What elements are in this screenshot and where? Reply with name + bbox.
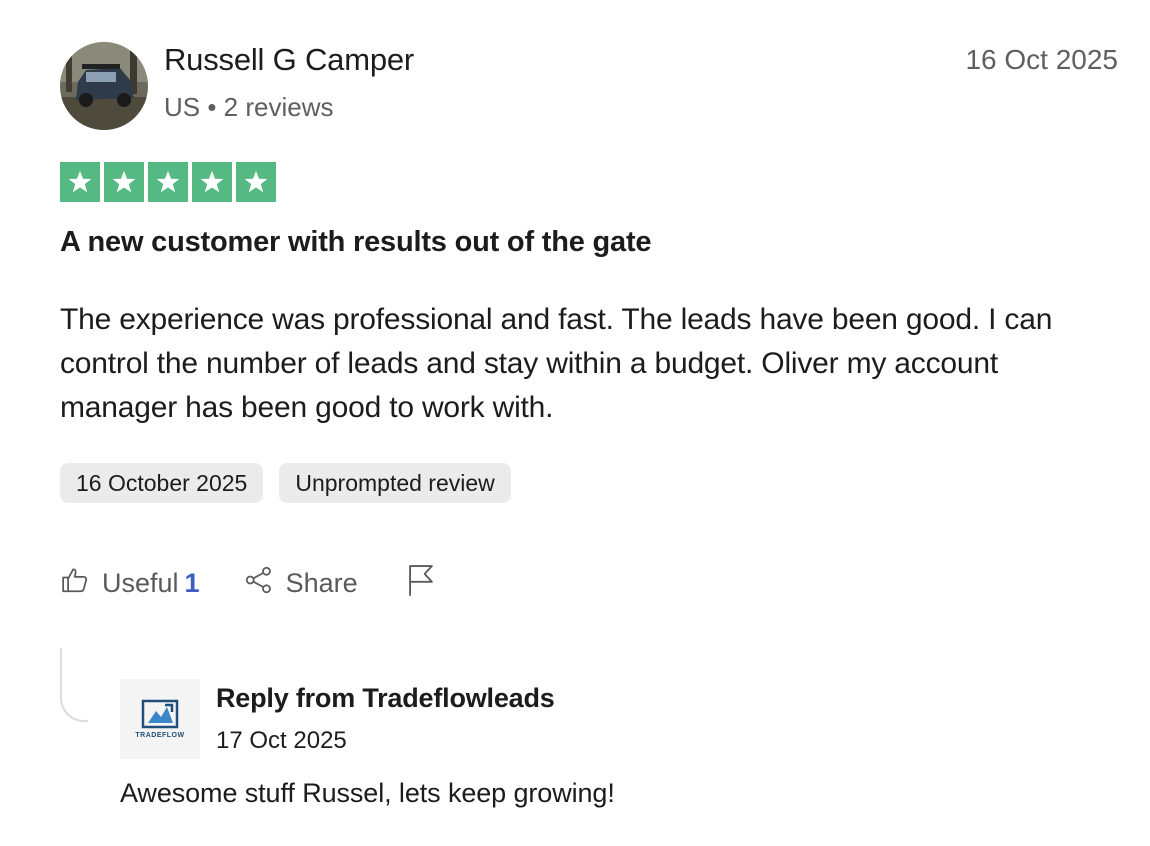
tradeflow-logo-icon	[141, 699, 179, 729]
experience-date-tag: 16 October 2025	[60, 463, 264, 503]
reply-title: Reply from Tradeflowleads	[216, 683, 555, 713]
star-icon	[236, 162, 276, 202]
share-icon	[244, 565, 274, 602]
share-button[interactable]: Share	[244, 565, 358, 602]
reviewer-name[interactable]: Russell G Camper	[164, 42, 414, 78]
review-type-tag[interactable]: Unprompted review	[279, 463, 511, 503]
useful-count: 1	[184, 567, 200, 598]
review-body: The experience was professional and fast…	[60, 303, 1053, 424]
star-icon	[104, 162, 144, 202]
star-icon	[148, 162, 188, 202]
reply-body: Awesome stuff Russel, lets keep growing!	[120, 778, 615, 808]
share-label: Share	[285, 567, 358, 598]
reply-connector-line	[60, 648, 88, 722]
star-rating	[60, 162, 276, 202]
flag-icon	[406, 563, 436, 604]
review-actions: Useful 1 Share	[60, 562, 436, 604]
report-button[interactable]	[406, 563, 436, 604]
reply-date: 17 Oct 2025	[216, 727, 347, 754]
star-icon	[60, 162, 100, 202]
thumbs-up-icon	[60, 565, 90, 602]
review-date: 16 Oct 2025	[965, 44, 1118, 75]
review-title[interactable]: A new customer with results out of the g…	[60, 226, 652, 259]
reviewer-avatar[interactable]	[60, 42, 148, 130]
star-icon	[192, 162, 232, 202]
company-logo[interactable]: TRADEFLOW	[120, 679, 200, 759]
logo-wordmark: TRADEFLOW	[135, 732, 185, 739]
useful-button[interactable]: Useful 1	[60, 565, 200, 602]
reviewer-meta: US • 2 reviews	[164, 92, 334, 122]
useful-label: Useful	[102, 567, 179, 598]
review-tags: 16 October 2025 Unprompted review	[60, 463, 511, 503]
